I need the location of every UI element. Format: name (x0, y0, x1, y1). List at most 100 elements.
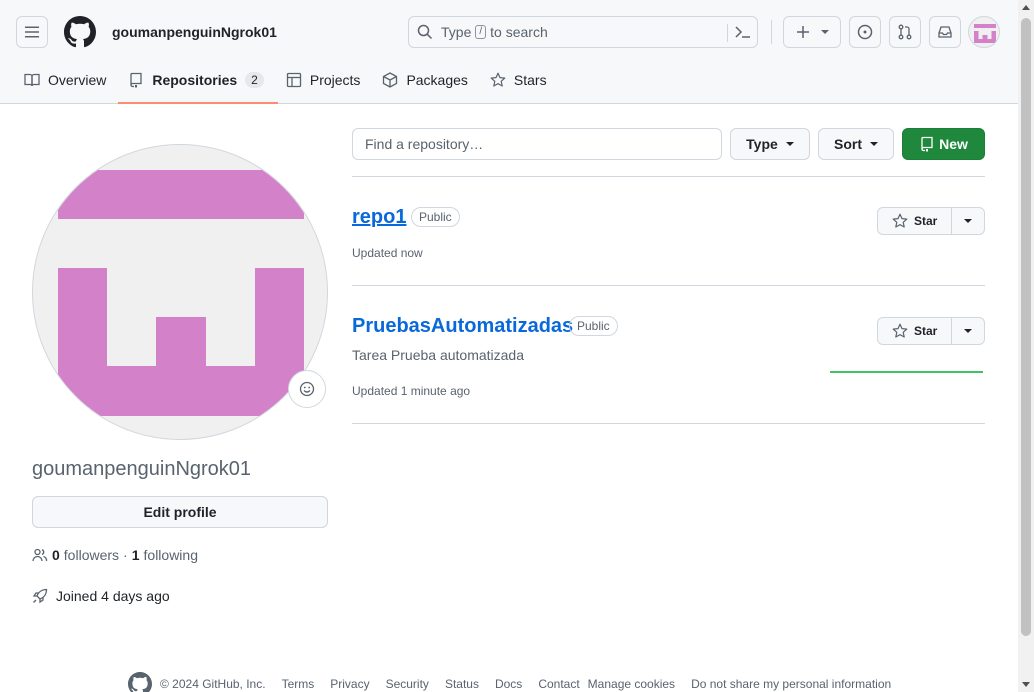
sort-button[interactable]: Sort (818, 128, 894, 160)
footer-link-terms[interactable]: Terms (282, 677, 315, 691)
repo-updated: Updated 1 minute ago (352, 384, 471, 398)
followers-count[interactable]: 0 (52, 547, 60, 563)
tab-stars[interactable]: Stars (482, 64, 555, 96)
search-shortcut-key: / (475, 25, 487, 39)
new-repository-button[interactable]: New (902, 128, 985, 160)
divider (352, 285, 985, 286)
issue-opened-icon (857, 24, 873, 40)
hamburger-menu-button[interactable] (16, 16, 48, 48)
divider (352, 176, 985, 177)
site-footer: © 2024 GitHub, Inc. Terms Privacy Securi… (128, 672, 891, 692)
star-list-dropdown[interactable] (952, 208, 984, 234)
book-icon (24, 73, 40, 87)
joined-text: Joined 4 days ago (56, 588, 170, 604)
search-text-before: Type (441, 24, 472, 40)
repositories-count-badge: 2 (245, 72, 264, 88)
user-avatar-button[interactable] (968, 16, 1000, 48)
header-username[interactable]: goumanpenguinNgrok01 (112, 24, 277, 40)
app-header: goumanpenguinNgrok01 Type / to search Ov… (0, 0, 1018, 104)
command-palette-icon[interactable] (735, 24, 751, 40)
repo-name-link[interactable]: PruebasAutomatizadas (352, 315, 573, 338)
tab-projects[interactable]: Projects (278, 64, 369, 96)
follow-separator: · (123, 547, 128, 563)
footer-link-contact[interactable]: Contact (538, 677, 579, 691)
star-button-group: Star (877, 317, 985, 345)
footer-link-docs[interactable]: Docs (495, 677, 522, 691)
chevron-down-icon (964, 219, 973, 223)
profile-avatar[interactable] (32, 144, 328, 440)
inbox-icon (938, 26, 952, 38)
visibility-badge: Public (411, 207, 460, 227)
following-link[interactable]: following (144, 547, 198, 563)
footer-link-manage-cookies[interactable]: Manage cookies (588, 677, 675, 691)
edit-profile-button[interactable]: Edit profile (32, 496, 328, 528)
search-text-after: to search (490, 24, 548, 40)
star-icon (892, 213, 908, 228)
visibility-badge: Public (569, 316, 618, 336)
sort-label: Sort (834, 136, 862, 152)
find-repository-input[interactable] (352, 128, 722, 160)
star-label: Star (913, 214, 938, 228)
create-new-button[interactable] (783, 16, 841, 48)
repo-description: Tarea Prueba automatizada (352, 347, 524, 363)
type-filter-button[interactable]: Type (730, 128, 810, 160)
profile-tabs: Overview Repositories 2 Projects Package… (16, 64, 561, 104)
rocket-icon (32, 588, 48, 604)
tab-repositories[interactable]: Repositories 2 (118, 64, 278, 104)
pull-requests-button[interactable] (889, 16, 921, 48)
footer-copyright: © 2024 GitHub, Inc. (160, 677, 266, 691)
notifications-button[interactable] (929, 16, 961, 48)
issues-button[interactable] (849, 16, 881, 48)
header-separator (771, 20, 772, 44)
chevron-down-icon (821, 30, 829, 34)
plus-icon (797, 26, 809, 38)
github-logo-icon[interactable] (64, 16, 96, 48)
star-button[interactable]: Star (878, 208, 953, 234)
package-icon (383, 72, 398, 88)
footer-link-privacy[interactable]: Privacy (330, 677, 369, 691)
search-divider (727, 24, 728, 42)
star-list-dropdown[interactable] (952, 318, 984, 344)
scrollbar-thumb[interactable] (1021, 18, 1031, 636)
github-mark-icon[interactable] (128, 672, 152, 692)
new-repository-label: New (939, 136, 968, 152)
search-box[interactable]: Type / to search (408, 16, 758, 48)
profile-username: goumanpenguinNgrok01 (32, 458, 252, 480)
avatar-identicon (58, 170, 304, 416)
scroll-down-arrow-icon[interactable] (1022, 682, 1030, 687)
star-button[interactable]: Star (878, 318, 953, 344)
tab-overview-label: Overview (48, 72, 107, 88)
tab-repositories-label: Repositories (152, 72, 238, 88)
tab-stars-label: Stars (513, 72, 547, 88)
set-status-button[interactable] (288, 370, 326, 408)
smiley-icon (299, 381, 315, 397)
repo-updated: Updated now (352, 246, 423, 260)
tab-packages-label: Packages (406, 72, 468, 88)
people-icon (32, 548, 48, 562)
followers-link[interactable]: followers (64, 547, 119, 563)
avatar-identicon (974, 24, 996, 43)
chevron-down-icon (870, 142, 878, 146)
repo-icon (921, 136, 933, 152)
chevron-down-icon (964, 329, 973, 333)
follow-stats: 0 followers · 1 following (32, 547, 198, 563)
footer-link-status[interactable]: Status (445, 677, 479, 691)
repo-icon (130, 72, 143, 88)
chevron-down-icon (785, 142, 794, 146)
tab-packages[interactable]: Packages (374, 64, 475, 96)
search-icon (417, 24, 433, 40)
table-icon (286, 72, 302, 88)
git-pull-request-icon (898, 24, 912, 40)
star-label: Star (913, 324, 938, 338)
repo-name-link[interactable]: repo1 (352, 206, 406, 229)
footer-link-security[interactable]: Security (386, 677, 429, 691)
tab-projects-label: Projects (309, 72, 361, 88)
menu-icon (25, 26, 39, 38)
following-count[interactable]: 1 (132, 547, 140, 563)
footer-link-do-not-share[interactable]: Do not share my personal information (691, 677, 891, 691)
scroll-up-arrow-icon[interactable] (1022, 5, 1030, 10)
star-icon (490, 72, 506, 87)
star-button-group: Star (877, 207, 985, 235)
type-filter-label: Type (746, 136, 778, 152)
tab-overview[interactable]: Overview (16, 64, 114, 96)
